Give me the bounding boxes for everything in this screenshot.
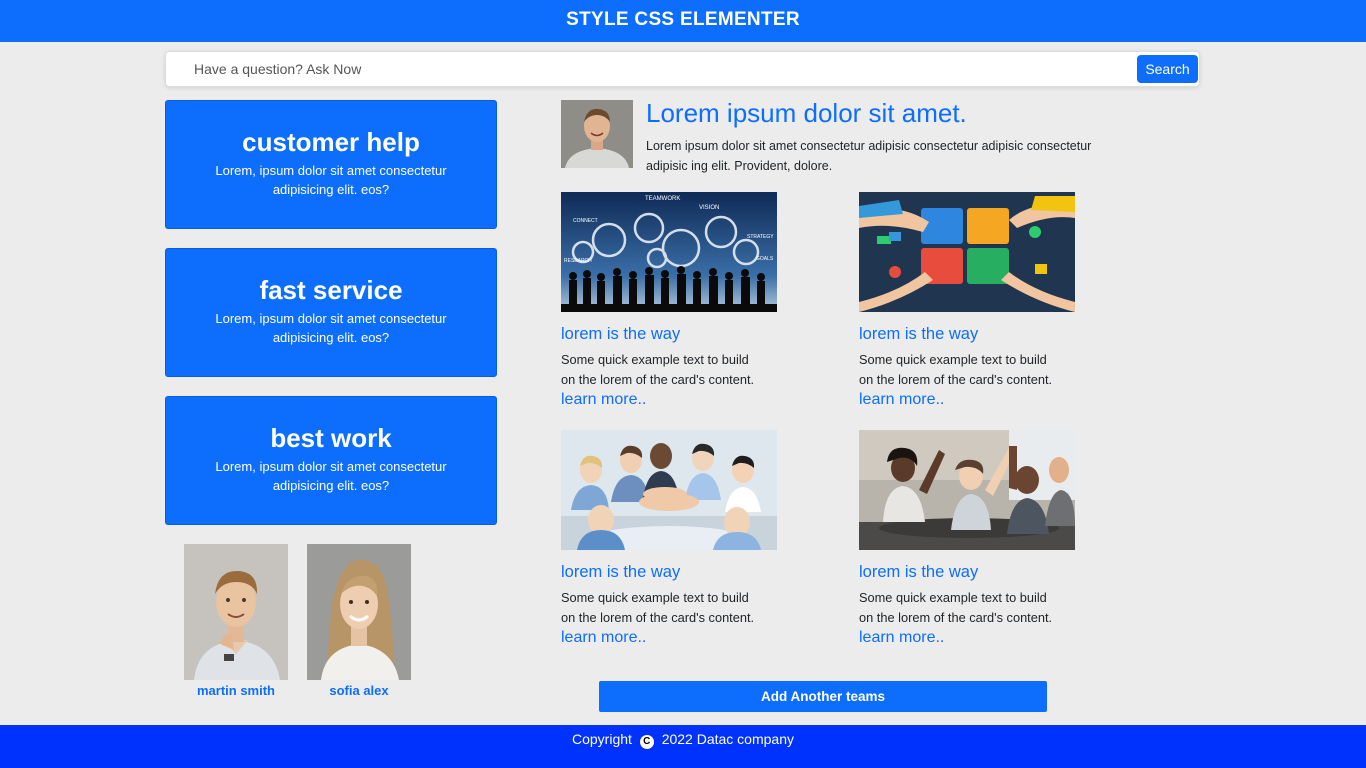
team-card: lorem is the way Some quick example text… [561,430,777,648]
feature-box-fast-service: fast service Lorem, ipsum dolor sit amet… [165,248,497,377]
card-title: lorem is the way [859,325,979,343]
footer-company-text: 2022 Datac company [661,731,794,747]
team-member-sofia: sofia alex [307,544,411,698]
team-member-martin: martin smith [184,544,288,698]
feature-title: best work [270,423,392,453]
search-input[interactable] [194,52,1134,86]
card-image-high-five [859,430,1075,550]
hero-avatar [561,100,633,168]
gears-label: VISION [699,205,719,211]
feature-box-customer-help: customer help Lorem, ipsum dolor sit ame… [165,100,497,229]
card-text: Some quick example text to build on the … [859,352,1053,387]
gears-label: STRATEGY [747,234,774,240]
feature-text: Lorem, ipsum dolor sit amet consectetur … [215,459,447,493]
learn-more-link[interactable]: learn more.. [859,628,1075,648]
learn-more-link[interactable]: learn more.. [859,390,1075,410]
team-card: lorem is the way Some quick example text… [859,430,1075,648]
hero-title: Lorem ipsum dolor sit amet. [646,98,967,128]
search-button[interactable]: Search [1137,55,1198,83]
card-title: lorem is the way [561,325,681,343]
feature-text: Lorem, ipsum dolor sit amet consectetur … [215,163,447,197]
footer-copyright-label: Copyright [571,731,632,747]
add-another-teams-button[interactable]: Add Another teams [599,681,1047,712]
feature-title: fast service [259,275,403,305]
feature-title: customer help [242,127,420,157]
member-name: martin smith [196,683,275,698]
card-title: lorem is the way [561,563,681,581]
gears-label: TEAMWORK [645,196,680,202]
card-text: Some quick example text to build on the … [561,590,755,625]
card-image-puzzle-hands [859,192,1075,312]
card-text: Some quick example text to build on the … [859,590,1053,625]
learn-more-link[interactable]: learn more.. [561,628,777,648]
search-bar: Search [165,51,1200,87]
gears-label: GOALS [756,256,774,262]
gears-label: RESEARCH [564,258,592,264]
card-image-team-hands [561,430,777,550]
member-name: sofia alex [329,683,389,698]
member-photo [307,544,411,680]
gears-label: CONNECT [573,218,598,224]
feature-text: Lorem, ipsum dolor sit amet consectetur … [215,311,447,345]
copyright-icon: C [639,735,654,749]
card-image-teamwork-gears: TEAMWORK CONNECT VISION RESEARCH STRATEG… [561,192,777,312]
site-title: STYLE CSS ELEMENTER [566,9,800,30]
card-title: lorem is the way [859,563,979,581]
team-card: TEAMWORK CONNECT VISION RESEARCH STRATEG… [561,192,777,410]
feature-box-best-work: best work Lorem, ipsum dolor sit amet co… [165,396,497,525]
team-card: lorem is the way Some quick example text… [859,192,1075,410]
card-text: Some quick example text to build on the … [561,352,755,387]
member-photo [184,544,288,680]
learn-more-link[interactable]: learn more.. [561,390,777,410]
hero-text: Lorem ipsum dolor sit amet consectetur a… [646,139,1092,173]
site-footer: Copyright C 2022 Datac company [0,725,1366,768]
site-header: STYLE CSS ELEMENTER [0,0,1366,42]
